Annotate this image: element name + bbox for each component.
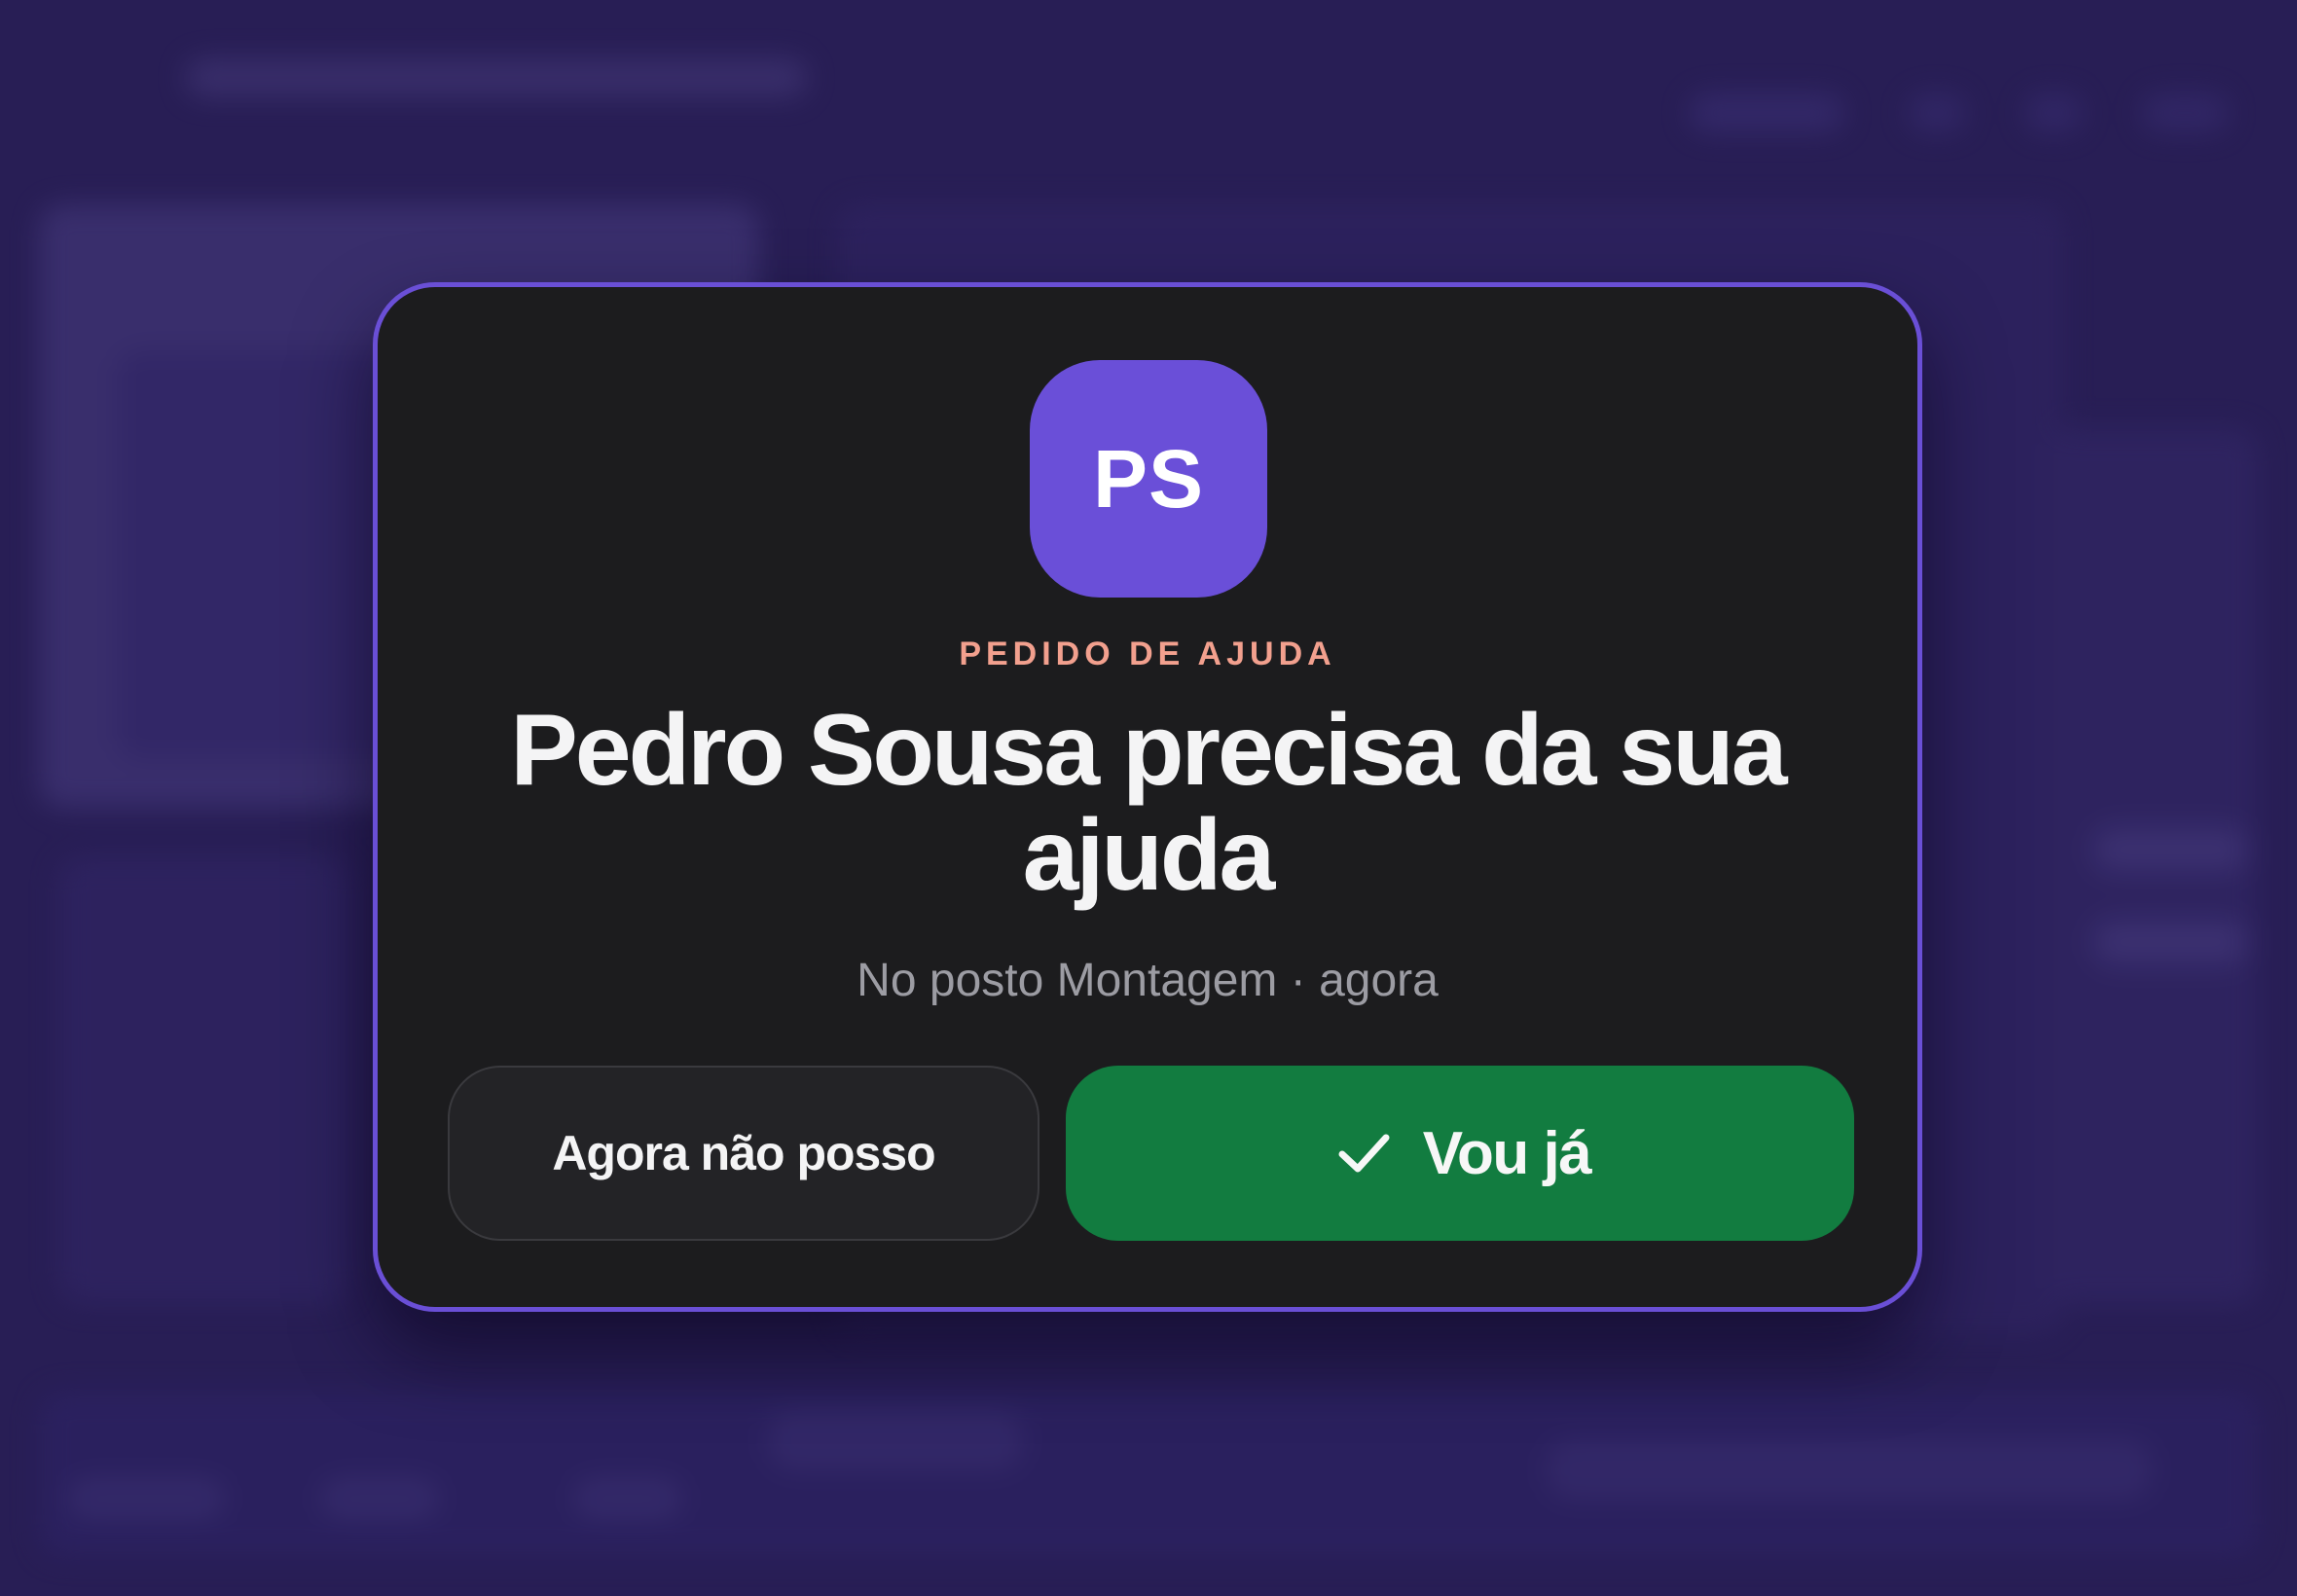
accept-button-label: Vou já: [1422, 1119, 1592, 1187]
background-pill: [2093, 827, 2248, 872]
background-header: [185, 58, 808, 97]
modal-subtitle: No posto Montagem · agora: [857, 955, 1439, 1006]
check-icon: [1330, 1119, 1398, 1187]
modal-title: Pedro Sousa precisa da sua ajuda: [510, 694, 1787, 912]
decline-button[interactable]: Agora não posso: [448, 1066, 1039, 1241]
modal-eyebrow: PEDIDO DE AJUDA: [959, 635, 1336, 672]
background-bottom-item: [1548, 1440, 2151, 1499]
background-pill: [2093, 920, 2248, 964]
background-bottom-item: [574, 1479, 681, 1518]
background-bottom-item: [769, 1411, 1022, 1469]
screen: PS PEDIDO DE AJUDA Pedro Sousa precisa d…: [0, 0, 2297, 1596]
background-header-item: [1908, 93, 1966, 132]
background-header-item: [2141, 93, 2229, 132]
background-bottom-item: [68, 1479, 224, 1518]
decline-button-label: Agora não posso: [552, 1126, 935, 1180]
background-header-item: [1689, 93, 1844, 132]
avatar: PS: [1030, 360, 1267, 598]
help-request-modal: PS PEDIDO DE AJUDA Pedro Sousa precisa d…: [373, 282, 1922, 1312]
background-bottom-item: [321, 1479, 438, 1518]
background-list: [58, 856, 350, 1304]
accept-button[interactable]: Vou já: [1066, 1066, 1854, 1241]
avatar-initials: PS: [1092, 432, 1205, 525]
background-header-item: [2024, 93, 2083, 132]
